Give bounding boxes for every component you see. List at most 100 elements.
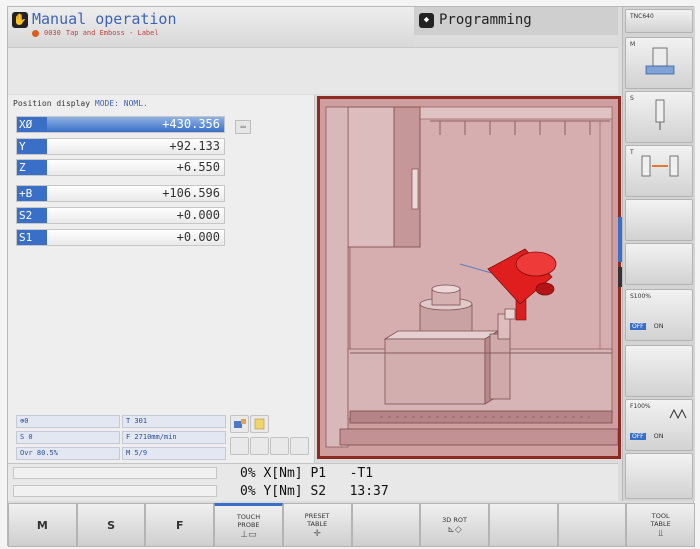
axis-label: XØ bbox=[17, 117, 47, 132]
programming-header[interactable]: ◆ Programming bbox=[414, 7, 618, 35]
axis-value: +430.356 bbox=[162, 117, 220, 131]
vkey-s[interactable]: S bbox=[625, 91, 693, 143]
info-line-2: 0% Y[Nm] S2 13:37 bbox=[240, 484, 389, 499]
status-cell: Ovr 80.5% bbox=[16, 447, 120, 460]
axis-row-s2[interactable]: S2 +0.000 bbox=[16, 207, 225, 224]
softkey-f[interactable]: F bbox=[145, 503, 215, 547]
programming-icon: ◆ bbox=[419, 13, 434, 28]
status-cell: T 301 bbox=[122, 415, 226, 428]
softkey-label: TOUCH PROBE bbox=[236, 512, 261, 529]
status-button[interactable] bbox=[270, 437, 289, 455]
softkey-touch-probe[interactable]: TOUCH PROBE ⊥▭ bbox=[214, 503, 283, 547]
vkey-label: T bbox=[630, 149, 634, 156]
softkey-label: F bbox=[176, 518, 184, 532]
load-bar-x bbox=[13, 467, 217, 479]
scroll-indicator bbox=[618, 217, 622, 262]
spindle-icon bbox=[655, 99, 665, 130]
mode-header: ✋ Manual operation 0030 Tap and Emboss -… bbox=[8, 7, 414, 47]
3d-rotate-icon: ⊾◇ bbox=[447, 524, 462, 535]
machine-3d-view[interactable] bbox=[317, 96, 621, 459]
scroll-indicator-thumb[interactable] bbox=[618, 267, 622, 287]
control-screen: ✋ Manual operation 0030 Tap and Emboss -… bbox=[7, 6, 696, 547]
vkey-tnc-logo[interactable]: TNC640 bbox=[625, 9, 693, 33]
axis-row-y[interactable]: Y +92.133 bbox=[16, 138, 225, 155]
tool-change-icon bbox=[641, 155, 679, 177]
softkey-empty[interactable] bbox=[557, 503, 627, 547]
vkey-blank[interactable] bbox=[625, 453, 693, 499]
vkey-label: TNC640 bbox=[630, 13, 654, 20]
axis-row-s1[interactable]: S1 +0.000 bbox=[16, 229, 225, 246]
status-button[interactable] bbox=[290, 437, 309, 455]
status-cell: S 0 bbox=[16, 431, 120, 444]
manual-operation-icon: ✋ bbox=[12, 12, 28, 28]
status-button[interactable] bbox=[250, 437, 269, 455]
axis-label: Z bbox=[17, 160, 47, 175]
touch-probe-icon: ⊥▭ bbox=[240, 529, 257, 540]
vkey-m[interactable]: M bbox=[625, 37, 693, 89]
programming-title: Programming bbox=[439, 12, 532, 28]
status-cell: F 2710mm/min bbox=[122, 431, 226, 444]
softkey-s[interactable]: S bbox=[76, 503, 146, 547]
off-badge: OFF bbox=[630, 322, 646, 330]
load-bar-y bbox=[13, 485, 217, 497]
status-button[interactable] bbox=[230, 437, 249, 455]
softkey-3d-rot[interactable]: 3D ROT ⊾◇ bbox=[420, 503, 489, 547]
on-label: ON bbox=[653, 322, 664, 330]
spindle-override-label: S100% bbox=[630, 293, 651, 300]
vkey-blank[interactable] bbox=[625, 243, 693, 285]
tool-table-icon: ⫫ bbox=[658, 528, 664, 539]
vkey-blank[interactable] bbox=[625, 345, 693, 397]
vkey-feed-override[interactable]: F100% OFF ON bbox=[625, 399, 693, 451]
position-display-panel: Position display MODE: NOML. XØ +430.356… bbox=[8, 95, 315, 463]
machine-simulation-graphic bbox=[320, 99, 618, 456]
spindle-override-toggle[interactable]: OFF ON bbox=[630, 322, 664, 330]
on-label: ON bbox=[653, 432, 664, 440]
vkey-label: S bbox=[630, 95, 634, 102]
preset-icon: ✛ bbox=[313, 528, 321, 539]
status-cell: M 5/9 bbox=[122, 447, 226, 460]
softkey-m[interactable]: M bbox=[8, 503, 77, 547]
axis-row-x[interactable]: XØ +430.356 bbox=[16, 116, 225, 133]
vkey-spindle-override[interactable]: S100% OFF ON bbox=[625, 289, 693, 341]
feed-override-toggle[interactable]: OFF ON bbox=[630, 432, 664, 440]
axis-value: +106.596 bbox=[162, 186, 220, 200]
unit-toggle-button[interactable]: ▭ bbox=[235, 120, 251, 134]
error-code: 0030 bbox=[44, 29, 61, 37]
softkey-label: M bbox=[36, 518, 48, 532]
vertical-softkey-bar: TNC640 M S T S100% OFF ON F100% OFF ON bbox=[618, 7, 695, 501]
mode-message[interactable]: 0030 Tap and Emboss - Label bbox=[32, 29, 159, 37]
vkey-blank[interactable] bbox=[625, 199, 693, 241]
vkey-t[interactable]: T bbox=[625, 145, 693, 197]
axis-row-b[interactable]: +B +106.596 bbox=[16, 185, 225, 202]
axis-row-z[interactable]: Z +6.550 bbox=[16, 159, 225, 176]
axis-value: +0.000 bbox=[176, 230, 220, 244]
machine-icon bbox=[645, 47, 675, 75]
mode-subtitle: Tap and Emboss - Label bbox=[65, 29, 159, 37]
axis-label: S1 bbox=[17, 230, 47, 245]
axis-value: +0.000 bbox=[176, 208, 220, 222]
softkey-label: PRESET TABLE bbox=[304, 511, 330, 528]
position-display-title: Position display bbox=[13, 99, 91, 108]
axis-label: +B bbox=[17, 186, 47, 201]
softkey-empty[interactable] bbox=[488, 503, 558, 547]
status-cell: ⊕0 bbox=[16, 415, 120, 428]
info-line-1: 0% X[Nm] P1 -T1 bbox=[240, 466, 374, 481]
softkey-empty[interactable] bbox=[351, 503, 421, 547]
softkey-preset-table[interactable]: PRESET TABLE ✛ bbox=[282, 503, 352, 547]
softkey-label: 3D ROT bbox=[442, 515, 467, 524]
file-status-icon[interactable] bbox=[250, 415, 269, 433]
vkey-label: M bbox=[630, 41, 636, 48]
status-info-bar: 0% X[Nm] P1 -T1 0% Y[Nm] S2 13:37 bbox=[8, 463, 618, 501]
tool-status-icon[interactable] bbox=[230, 415, 249, 433]
axis-value: +6.550 bbox=[176, 160, 220, 174]
softkey-tool-table[interactable]: TOOL TABLE ⫫ bbox=[626, 503, 696, 547]
softkey-bar: M S F TOUCH PROBE ⊥▭ PRESET TABLE ✛ 3D ROT… bbox=[8, 503, 696, 547]
error-icon bbox=[32, 29, 39, 37]
position-display-heading: Position display MODE: NOML. bbox=[13, 99, 148, 108]
softkey-label: TOOL TABLE bbox=[650, 511, 671, 528]
position-mode-label: MODE: NOML. bbox=[94, 99, 148, 108]
mode-title: Manual operation bbox=[32, 10, 177, 28]
axis-value: +92.133 bbox=[169, 139, 220, 153]
off-badge: OFF bbox=[630, 432, 646, 440]
header-band bbox=[8, 47, 618, 94]
